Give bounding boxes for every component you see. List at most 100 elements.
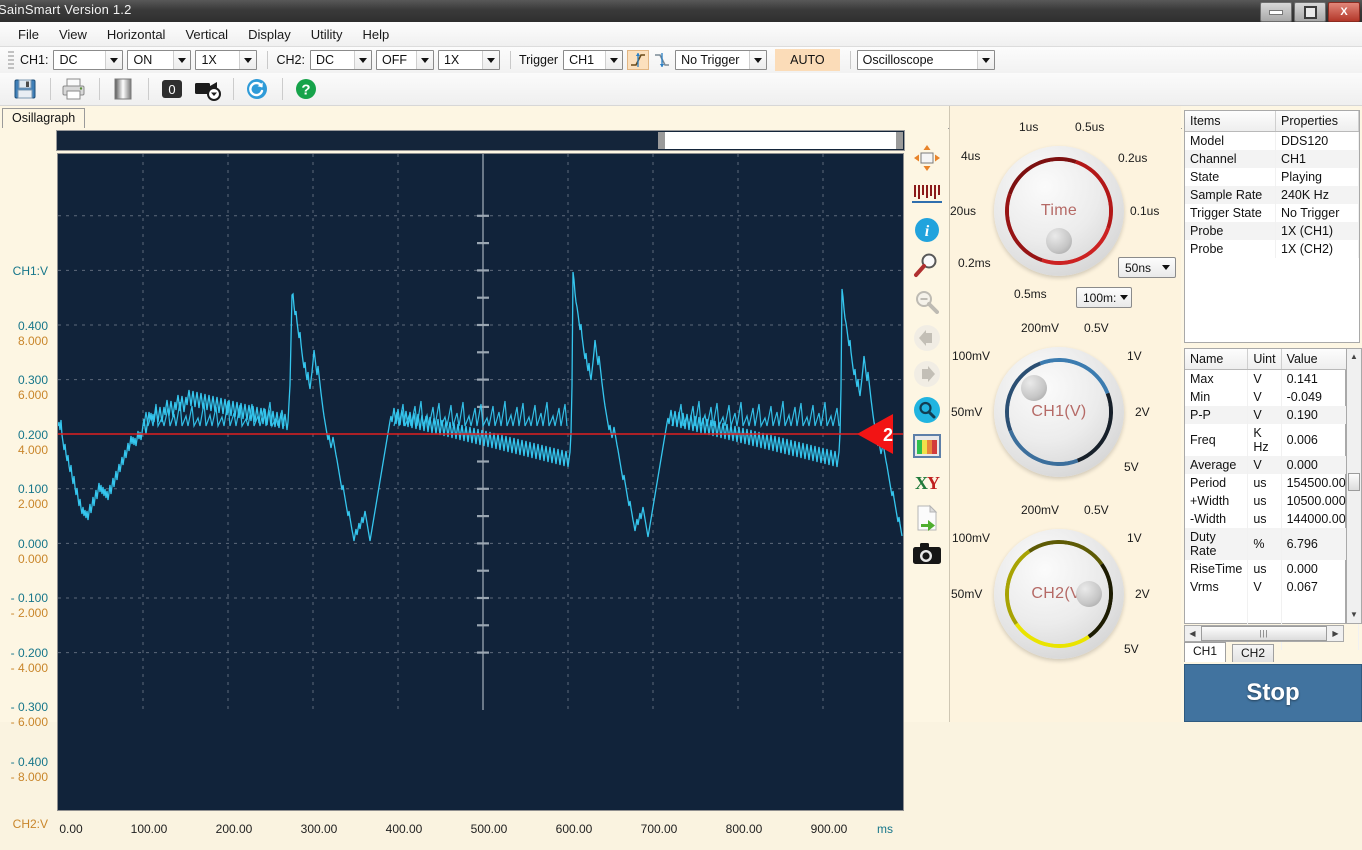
table-row[interactable]: Duty Rate% 6.796	[1185, 528, 1359, 560]
back-button[interactable]	[907, 320, 947, 356]
toolbar-divider	[50, 78, 51, 100]
save-icon	[14, 79, 36, 99]
menu-item-vertical[interactable]: Vertical	[175, 24, 238, 45]
restore-button[interactable]	[1294, 2, 1326, 22]
color-palette-button[interactable]	[907, 428, 947, 464]
cursor-marker[interactable]: 2	[857, 412, 903, 456]
trigger-source-select[interactable]: CH1	[563, 50, 624, 70]
waveform-svg	[58, 154, 903, 710]
scroll-down-icon[interactable]: ▼	[1347, 607, 1361, 621]
refresh-button[interactable]	[240, 75, 274, 103]
ch1-coupling-select[interactable]: DC	[53, 50, 124, 70]
properties-table: Items Properties Model DDS120 Channel CH1 …	[1184, 110, 1360, 343]
table-row[interactable]: Model DDS120	[1185, 131, 1359, 150]
table-row[interactable]: P-P V 0.190	[1185, 406, 1359, 424]
cell-name: Vrms	[1185, 578, 1249, 596]
right-panel: Items Properties Model DDS120 Channel CH1 …	[1182, 106, 1362, 722]
y-tick-ch2-4: 0.000	[17, 552, 48, 566]
x-tick-2: 200.00	[215, 822, 253, 836]
trigger-falling-edge-button[interactable]	[651, 50, 673, 70]
forward-button[interactable]	[907, 356, 947, 392]
gradient-button[interactable]	[106, 75, 140, 103]
zero-button[interactable]: 0	[155, 75, 189, 103]
export-button[interactable]	[907, 500, 947, 536]
move-button[interactable]	[907, 140, 947, 176]
time-tick-05ms: 0.5ms	[1014, 287, 1047, 301]
table-row[interactable]: Min V -0.049	[1185, 388, 1359, 406]
ch2-knob[interactable]: CH2(V)	[994, 529, 1124, 659]
menu-item-file[interactable]: File	[8, 24, 49, 45]
measurements-hscrollbar[interactable]: ◀ ||| ▶	[1184, 625, 1344, 642]
auto-button[interactable]: AUTO	[775, 49, 840, 71]
channel-tab-ch1[interactable]: CH1	[1184, 642, 1227, 662]
table-row[interactable]: Period us 154500.000	[1185, 474, 1359, 492]
table-row[interactable]: RiseTime us 0.000	[1185, 560, 1359, 578]
zoom-out-button[interactable]	[907, 284, 947, 320]
ch1-knob[interactable]: CH1(V)	[987, 340, 1131, 484]
y-tick-ch2-2: 4.000	[17, 443, 48, 457]
hscroll-thumb[interactable]: |||	[1201, 626, 1327, 641]
device-mode-select[interactable]: Oscilloscope	[856, 50, 995, 70]
horizontal-pan-scrollbar[interactable]	[56, 130, 905, 151]
table-row[interactable]: Channel CH1	[1185, 150, 1359, 168]
cell-name: Min	[1185, 388, 1249, 406]
table-row[interactable]: State Playing	[1185, 168, 1359, 186]
waveform-plot[interactable]: 2	[57, 153, 904, 811]
minimize-button[interactable]	[1260, 2, 1292, 22]
pan-thumb[interactable]	[658, 132, 903, 149]
time-ms-select[interactable]: 100m:	[1076, 287, 1132, 308]
ch1-tick-200mv: 200mV	[1021, 321, 1060, 335]
ch1-state-select[interactable]: ON	[127, 50, 192, 70]
xy-mode-button[interactable]: X Y	[907, 464, 947, 500]
menu-item-utility[interactable]: Utility	[301, 24, 353, 45]
close-button[interactable]: X	[1328, 2, 1360, 22]
zoom-in-button[interactable]	[907, 248, 947, 284]
channel-tab-ch2[interactable]: CH2	[1232, 644, 1275, 662]
ch2-coupling-select[interactable]: DC	[309, 50, 372, 70]
menu-item-display[interactable]: Display	[238, 24, 301, 45]
ch2-probe-select[interactable]: 1X	[437, 50, 500, 70]
application-window: SainSmart Version 1.2 X File View Horizo…	[0, 0, 1362, 836]
table-row[interactable]: Trigger State No Trigger	[1185, 204, 1359, 222]
table-row[interactable]: Probe 1X (CH1)	[1185, 222, 1359, 240]
table-row[interactable]: Vrms V 0.067	[1185, 578, 1359, 596]
tab-osillagraph[interactable]: Osillagraph	[2, 108, 86, 129]
time-knob[interactable]: Time	[986, 138, 1132, 284]
scroll-up-icon[interactable]: ▲	[1347, 349, 1361, 363]
trigger-rising-edge-button[interactable]	[627, 50, 650, 70]
info-button[interactable]: i	[907, 212, 947, 248]
measurements-vscrollbar[interactable]: ▲ ▼	[1346, 348, 1362, 624]
vertical-axis: CH1:V 0.400 8.000 0.300 6.000 0.200 4.00…	[0, 256, 56, 850]
table-row[interactable]: Max V 0.141	[1185, 369, 1359, 388]
camera-button[interactable]	[907, 536, 947, 572]
table-row[interactable]: -Width us 144000.000	[1185, 510, 1359, 528]
ch2-state-select[interactable]: OFF	[375, 50, 434, 70]
menu-item-view[interactable]: View	[49, 24, 97, 45]
menu-item-horizontal[interactable]: Horizontal	[97, 24, 176, 45]
toolbar-grip[interactable]	[8, 51, 14, 69]
table-row[interactable]: Freq K Hz 0.006	[1185, 424, 1359, 456]
table-row[interactable]: Average V 0.000	[1185, 456, 1359, 474]
menu-item-help[interactable]: Help	[352, 24, 399, 45]
ch1-probe-select[interactable]: 1X	[195, 50, 258, 70]
cell-value: 240K Hz	[1275, 186, 1359, 204]
video-capture-button[interactable]	[191, 75, 225, 103]
save-button[interactable]	[8, 75, 42, 103]
table-row[interactable]: Sample Rate 240K Hz	[1185, 186, 1359, 204]
print-button[interactable]	[57, 75, 91, 103]
scroll-left-icon[interactable]: ◀	[1185, 626, 1200, 641]
video-capture-icon	[195, 82, 221, 101]
trigger-mode-select[interactable]: No Trigger	[675, 50, 768, 70]
table-row[interactable]: +Width us 10500.000	[1185, 492, 1359, 510]
table-row[interactable]: Probe 1X (CH2)	[1185, 240, 1359, 258]
scroll-right-icon[interactable]: ▶	[1328, 626, 1343, 641]
cell-unit: V	[1247, 456, 1282, 474]
ch2-knob-indicator	[1076, 581, 1102, 607]
waveform-button[interactable]	[907, 176, 947, 212]
stop-button[interactable]: Stop	[1184, 664, 1362, 722]
time-ns-select[interactable]: 50ns	[1118, 257, 1176, 278]
search-button[interactable]	[907, 392, 947, 428]
vscroll-thumb[interactable]	[1348, 473, 1360, 491]
ch2-tick-1v: 1V	[1127, 531, 1142, 545]
help-button[interactable]: ?	[289, 75, 323, 103]
